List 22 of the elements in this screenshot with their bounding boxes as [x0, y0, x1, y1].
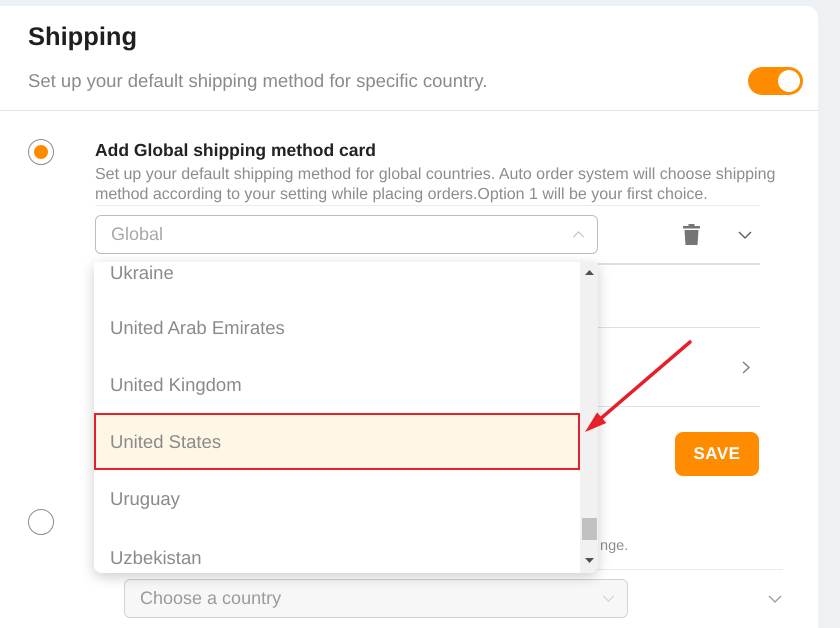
save-button[interactable]: SAVE — [675, 432, 759, 476]
scrollbar-thumb[interactable] — [582, 518, 596, 540]
chevron-right-icon[interactable] — [742, 360, 750, 374]
option-title: Add Global shipping method card — [95, 139, 377, 162]
scroll-down-icon[interactable] — [584, 558, 594, 563]
toggle-switch[interactable] — [748, 67, 803, 95]
dropdown-option[interactable]: Uzbekistan — [94, 527, 580, 573]
scroll-up-icon[interactable] — [584, 270, 594, 275]
region-select[interactable]: Global — [95, 215, 598, 254]
option-description: nge. — [600, 537, 628, 556]
chevron-down-icon — [602, 595, 615, 602]
section-title: Shipping — [28, 22, 138, 53]
section-subtitle: Set up your default shipping method for specific country. — [28, 69, 488, 94]
dropdown-option[interactable]: Ukraine — [94, 262, 580, 299]
trash-icon[interactable] — [683, 224, 700, 245]
dropdown-option[interactable]: United States — [94, 413, 580, 470]
option-description: Set up your default shipping method for global countries. Auto order system will choose shipping method according to your setting while placing orders.Option 1 will be your first choice. — [95, 165, 776, 205]
radio-button[interactable] — [28, 139, 54, 165]
scrollbar[interactable] — [580, 262, 598, 573]
radio-button[interactable] — [28, 509, 54, 535]
chevron-up-icon — [572, 231, 585, 238]
chevron-down-icon[interactable] — [738, 230, 752, 238]
